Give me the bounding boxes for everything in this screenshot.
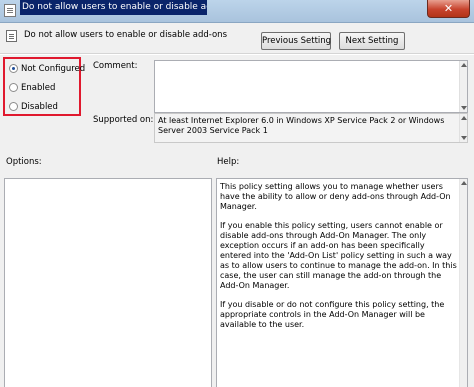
window-title: Do not allow users to enable or disable …: [20, 0, 207, 15]
close-button[interactable]: ✕: [427, 0, 470, 18]
radio-not-configured[interactable]: Not Configured: [9, 64, 85, 76]
supported-on-value: At least Internet Explorer 6.0 in Window…: [158, 116, 445, 135]
policy-name: Do not allow users to enable or disable …: [24, 30, 227, 40]
radio-disabled[interactable]: Disabled: [9, 102, 58, 114]
comment-scrollbar[interactable]: [459, 61, 467, 112]
supported-on-field: At least Internet Explorer 6.0 in Window…: [154, 113, 468, 143]
help-label: Help:: [217, 157, 240, 167]
help-paragraph: This policy setting allows you to manage…: [220, 182, 451, 211]
scroll-up-arrow-icon[interactable]: [461, 63, 467, 67]
supported-on-scrollbar[interactable]: [459, 114, 467, 142]
options-panel: [4, 178, 212, 387]
policy-setting-icon: [6, 30, 17, 42]
state-radio-group: Not Configured Enabled Disabled: [3, 57, 85, 116]
help-paragraph: If you disable or do not configure this …: [220, 300, 445, 329]
options-label: Options:: [6, 157, 42, 167]
scroll-up-arrow-icon[interactable]: [461, 181, 467, 185]
scroll-down-arrow-icon[interactable]: [461, 136, 467, 140]
header-divider: [0, 53, 474, 55]
previous-setting-button[interactable]: Previous Setting: [261, 32, 331, 50]
radio-unselected-icon: [9, 83, 18, 92]
radio-enabled[interactable]: Enabled: [9, 83, 55, 95]
radio-label-disabled: Disabled: [21, 102, 58, 112]
scroll-up-arrow-icon[interactable]: [461, 116, 467, 120]
next-setting-button[interactable]: Next Setting: [339, 32, 405, 50]
radio-label-not-configured: Not Configured: [21, 64, 86, 74]
supported-on-label: Supported on:: [93, 115, 154, 125]
policy-settings-icon: [4, 4, 16, 17]
radio-unselected-icon: [9, 102, 18, 111]
radio-selected-icon: [9, 64, 18, 73]
comment-textarea[interactable]: [154, 60, 468, 113]
radio-label-enabled: Enabled: [21, 83, 56, 93]
help-paragraph: If you enable this policy setting, users…: [220, 221, 457, 290]
help-scrollbar[interactable]: [459, 179, 467, 387]
help-panel: This policy setting allows you to manage…: [216, 178, 468, 387]
comment-label: Comment:: [93, 61, 138, 71]
title-bar: Do not allow users to enable or disable …: [0, 0, 474, 23]
scroll-down-arrow-icon[interactable]: [461, 106, 467, 110]
